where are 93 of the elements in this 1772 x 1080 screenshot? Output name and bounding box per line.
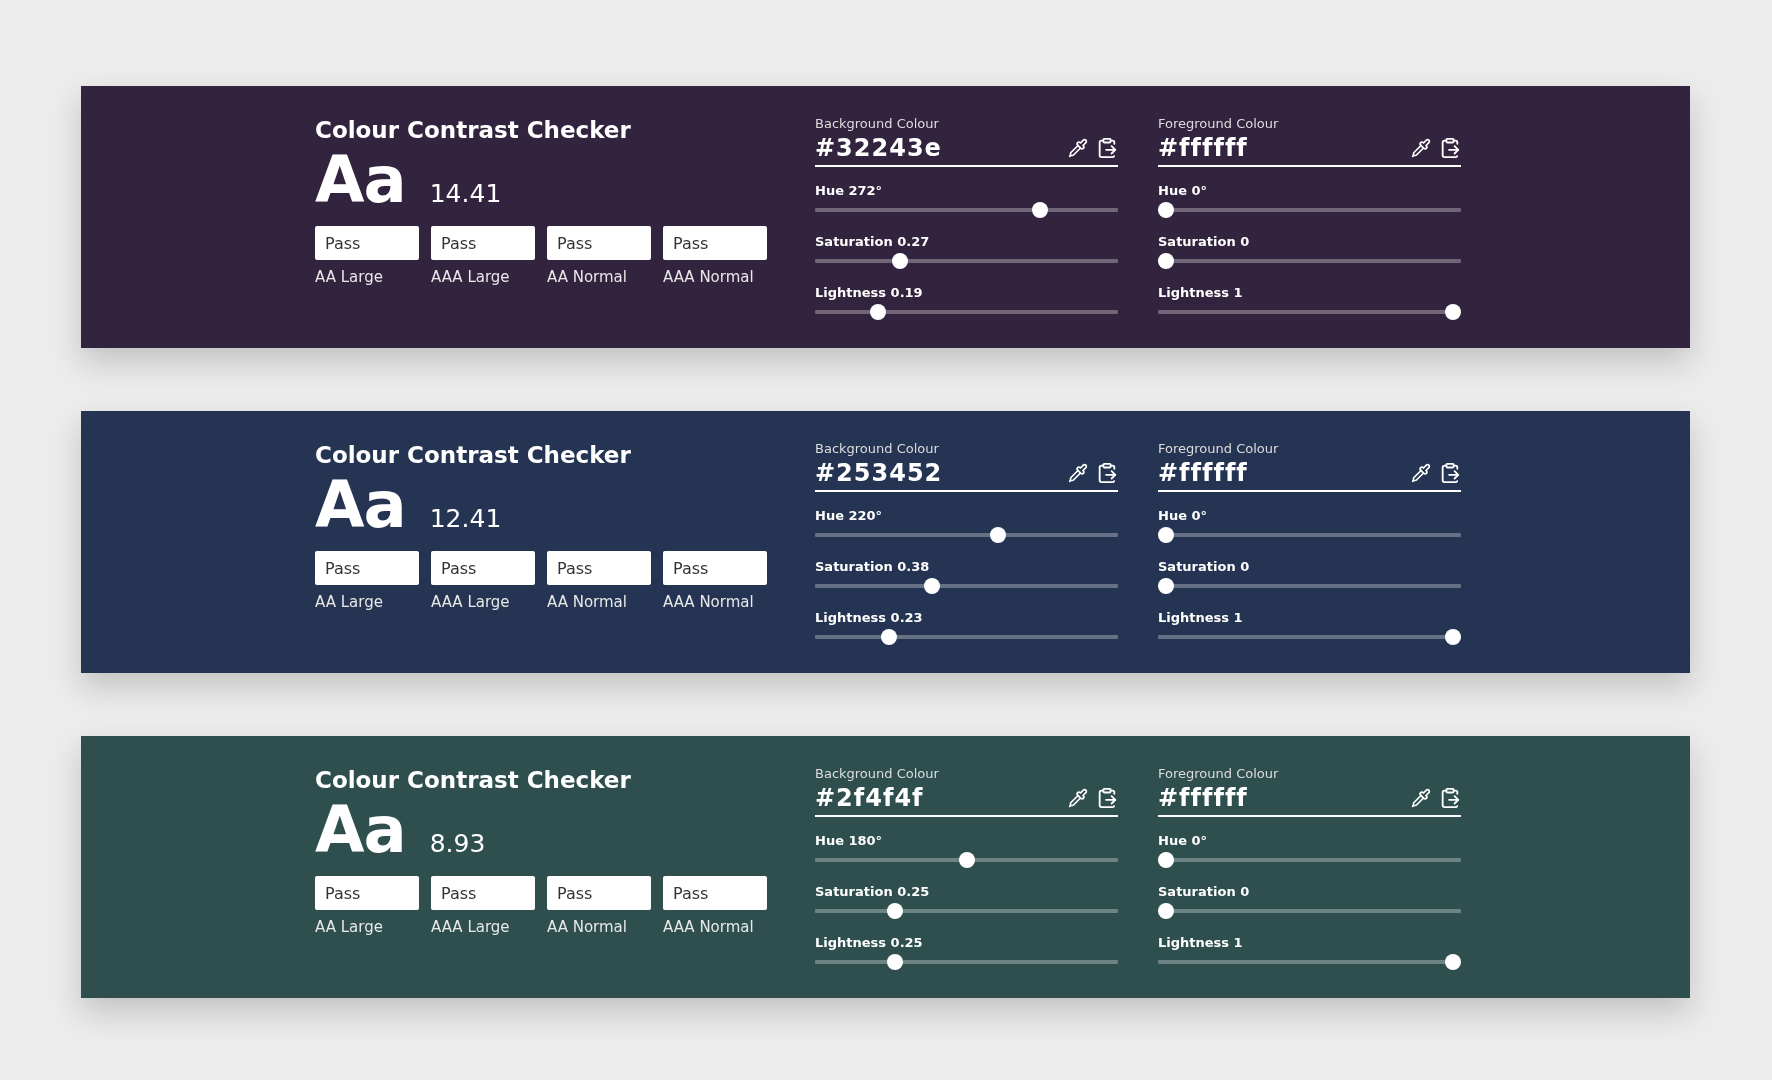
- slider-label: Hue 0°: [1158, 183, 1209, 198]
- slider-label: Lightness 0.19: [815, 285, 924, 300]
- field-label: Foreground Colour: [1158, 441, 1280, 456]
- panel-title: Colour Contrast Checker: [315, 116, 632, 145]
- result-label: AAA Normal: [663, 918, 755, 936]
- slider-label: Saturation 0.25: [815, 884, 931, 899]
- slider-thumb[interactable]: [881, 629, 897, 645]
- slider-label: Hue 180°: [815, 833, 884, 848]
- eyedropper-icon[interactable]: [1411, 463, 1431, 483]
- clipboard-icon[interactable]: [1096, 137, 1118, 159]
- result-status: Pass: [547, 876, 651, 910]
- slider-label: Saturation 0.38: [815, 559, 931, 574]
- slider-label: Saturation 0: [1158, 234, 1251, 249]
- slider-label: Lightness 1: [1158, 935, 1244, 950]
- result-status: Pass: [663, 876, 767, 910]
- result-label: AAA Large: [431, 268, 511, 286]
- sample-text: Aa: [315, 471, 406, 539]
- hex-field[interactable]: #ffffff: [1158, 781, 1461, 817]
- eyedropper-icon[interactable]: [1411, 788, 1431, 808]
- field-label: Foreground Colour: [1158, 116, 1280, 131]
- field-label: Background Colour: [815, 766, 940, 781]
- result-status: Pass: [663, 551, 767, 585]
- slider-label: Lightness 1: [1158, 285, 1244, 300]
- slider-thumb[interactable]: [886, 954, 903, 970]
- slider-label: Saturation 0: [1158, 884, 1251, 899]
- result-status: Pass: [547, 551, 651, 585]
- result-status: Pass: [431, 226, 535, 260]
- contrast-ratio: 12.41: [429, 504, 502, 533]
- slider-label: Hue 272°: [815, 183, 884, 198]
- result-label: AAA Large: [431, 593, 511, 611]
- clipboard-icon[interactable]: [1439, 787, 1461, 809]
- sample-text: Aa: [315, 146, 406, 214]
- result-label: AA Normal: [547, 268, 628, 286]
- hex-field[interactable]: #253452: [815, 456, 1118, 492]
- slider-thumb[interactable]: [886, 903, 903, 919]
- hex-field[interactable]: #ffffff: [1158, 456, 1461, 492]
- slider-label: Lightness 1: [1158, 610, 1244, 625]
- eyedropper-icon[interactable]: [1411, 138, 1431, 158]
- eyedropper-icon[interactable]: [1068, 138, 1088, 158]
- clipboard-icon[interactable]: [1096, 787, 1118, 809]
- eyedropper-icon[interactable]: [1068, 463, 1088, 483]
- slider-thumb[interactable]: [1158, 527, 1174, 543]
- panel-title: Colour Contrast Checker: [315, 766, 632, 795]
- sample-text: Aa: [315, 796, 406, 864]
- result-status: Pass: [315, 876, 419, 910]
- result-label: AA Large: [315, 593, 384, 611]
- hex-field[interactable]: #2f4f4f: [815, 781, 1118, 817]
- slider-thumb[interactable]: [1158, 852, 1174, 868]
- result-label: AA Large: [315, 918, 384, 936]
- slider-label: Saturation 0: [1158, 559, 1251, 574]
- result-label: AAA Normal: [663, 268, 755, 286]
- clipboard-icon[interactable]: [1439, 137, 1461, 159]
- slider-thumb[interactable]: [892, 253, 909, 269]
- slider-thumb[interactable]: [1445, 954, 1461, 970]
- result-status: Pass: [431, 876, 535, 910]
- result-label: AA Normal: [547, 593, 628, 611]
- result-status: Pass: [663, 226, 767, 260]
- slider-thumb[interactable]: [1158, 903, 1174, 919]
- clipboard-icon[interactable]: [1096, 462, 1118, 484]
- result-label: AA Large: [315, 268, 384, 286]
- slider-label: Hue 220°: [815, 508, 884, 523]
- slider-label: Saturation 0.27: [815, 234, 931, 249]
- slider-thumb[interactable]: [1445, 629, 1461, 645]
- result-status: Pass: [315, 551, 419, 585]
- slider-thumb[interactable]: [1158, 202, 1174, 218]
- clipboard-icon[interactable]: [1439, 462, 1461, 484]
- slider-label: Hue 0°: [1158, 833, 1209, 848]
- slider-thumb[interactable]: [1031, 202, 1048, 218]
- result-status: Pass: [431, 551, 535, 585]
- field-label: Background Colour: [815, 116, 940, 131]
- result-status: Pass: [315, 226, 419, 260]
- slider-thumb[interactable]: [869, 304, 886, 320]
- slider-label: Lightness 0.23: [815, 610, 924, 625]
- slider-thumb[interactable]: [924, 578, 941, 594]
- slider-thumb[interactable]: [1445, 304, 1461, 320]
- slider-thumb[interactable]: [958, 852, 975, 868]
- contrast-ratio: 8.93: [429, 829, 486, 858]
- field-label: Background Colour: [815, 441, 940, 456]
- slider-label: Lightness 0.25: [815, 935, 924, 950]
- slider-thumb[interactable]: [990, 527, 1007, 543]
- panel-title: Colour Contrast Checker: [315, 441, 632, 470]
- slider-thumb[interactable]: [1158, 253, 1174, 269]
- result-label: AAA Large: [431, 918, 511, 936]
- hex-field[interactable]: #ffffff: [1158, 131, 1461, 167]
- contrast-ratio: 14.41: [429, 179, 502, 208]
- result-label: AAA Normal: [663, 593, 755, 611]
- slider-label: Hue 0°: [1158, 508, 1209, 523]
- hex-field[interactable]: #32243e: [815, 131, 1118, 167]
- field-label: Foreground Colour: [1158, 766, 1280, 781]
- result-label: AA Normal: [547, 918, 628, 936]
- eyedropper-icon[interactable]: [1068, 788, 1088, 808]
- slider-thumb[interactable]: [1158, 578, 1174, 594]
- result-status: Pass: [547, 226, 651, 260]
